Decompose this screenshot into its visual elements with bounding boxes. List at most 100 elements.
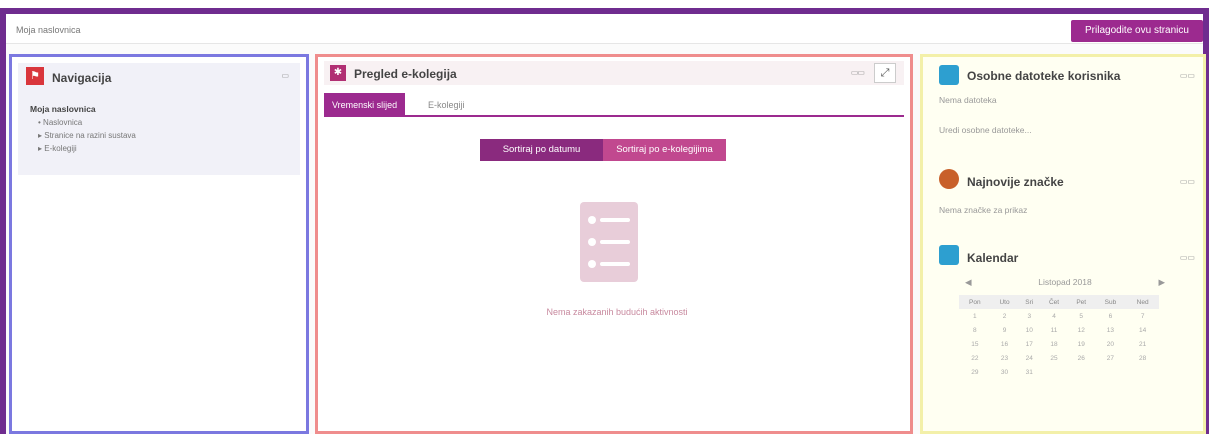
block-actions-icon[interactable]: ▭▭	[1180, 253, 1195, 262]
calendar-day	[1040, 365, 1068, 379]
folder-icon	[939, 65, 959, 85]
calendar-title: Kalendar	[967, 251, 1019, 265]
prev-month-icon[interactable]: ◀	[965, 277, 972, 291]
course-overview-header: ✱ Pregled e-kolegija ▭▭ ⤢	[324, 61, 904, 85]
calendar-day	[1126, 365, 1159, 379]
navigation-tree: Moja naslovnica • Naslovnica ▸ Stranice …	[30, 103, 136, 155]
calendar-day[interactable]: 9	[991, 323, 1019, 337]
calendar-day[interactable]: 13	[1095, 323, 1127, 337]
sort-toggle: Sortiraj po datumu Sortiraj po e-kolegij…	[480, 139, 726, 161]
sort-by-courses-button[interactable]: Sortiraj po e-kolegijima	[603, 139, 726, 161]
calendar-day[interactable]: 2	[991, 309, 1019, 323]
nav-item-naslovnica[interactable]: • Naslovnica	[30, 116, 136, 129]
calendar-day[interactable]: 28	[1126, 351, 1159, 365]
weekday-header: Pon	[959, 295, 991, 309]
no-files-text: Nema datoteka	[939, 95, 997, 105]
calendar-day[interactable]: 24	[1018, 351, 1040, 365]
calendar-day[interactable]: 6	[1095, 309, 1127, 323]
breadcrumb[interactable]: Moja naslovnica	[16, 25, 81, 35]
next-month-icon[interactable]: ▶	[1158, 277, 1165, 291]
calendar-day[interactable]: 3	[1018, 309, 1040, 323]
badge-icon	[939, 169, 959, 189]
weekday-header: Uto	[990, 295, 1019, 309]
calendar-day[interactable]: 27	[1095, 351, 1127, 365]
calendar-day	[1068, 365, 1095, 379]
page-header: Moja naslovnica	[6, 14, 1203, 44]
fullscreen-icon[interactable]: ⤢	[874, 63, 896, 83]
list-line	[600, 262, 630, 266]
calendar-widget: ◀ Listopad 2018 ▶ Pon Uto Sri Čet Pet Su…	[959, 277, 1171, 379]
calendar-nav: ◀ Listopad 2018 ▶	[959, 277, 1171, 291]
calendar-day[interactable]: 15	[959, 337, 991, 351]
overview-tabs: Vremenski slijed E-kolegiji	[324, 93, 904, 117]
navigation-block: ⚑ Navigacija ▭ Moja naslovnica • Naslovn…	[9, 54, 309, 434]
nav-root-item[interactable]: Moja naslovnica	[30, 103, 136, 116]
block-actions-icon[interactable]: ▭▭	[851, 68, 865, 77]
weekday-header: Sub	[1094, 295, 1127, 309]
calendar-day[interactable]: 19	[1068, 337, 1095, 351]
nav-item-system-pages[interactable]: ▸ Stranice na razini sustava	[30, 129, 136, 142]
calendar-day[interactable]: 12	[1068, 323, 1095, 337]
course-overview-icon: ✱	[330, 65, 346, 81]
weekday-header: Pet	[1067, 295, 1095, 309]
calendar-grid: Pon Uto Sri Čet Pet Sub Ned 1 2 3 4 5 6	[959, 295, 1159, 379]
block-actions-icon[interactable]: ▭▭	[1180, 71, 1195, 80]
empty-list-icon	[580, 202, 638, 282]
list-line	[600, 240, 630, 244]
calendar-day[interactable]: 26	[1068, 351, 1095, 365]
list-dot	[588, 260, 596, 268]
calendar-day[interactable]: 14	[1126, 323, 1159, 337]
expand-arrow-icon: ▸	[38, 144, 43, 153]
latest-badges-title: Najnovije značke	[967, 175, 1064, 189]
calendar-day[interactable]: 20	[1095, 337, 1127, 351]
calendar-day[interactable]: 31	[1018, 365, 1040, 379]
weekday-header: Sri	[1018, 295, 1041, 309]
list-line	[600, 218, 630, 222]
weekday-header: Čet	[1040, 295, 1068, 309]
nav-item-label: Stranice na razini sustava	[44, 131, 136, 140]
calendar-day[interactable]: 5	[1068, 309, 1095, 323]
sort-by-date-button[interactable]: Sortiraj po datumu	[480, 139, 603, 161]
calendar-day[interactable]: 23	[991, 351, 1019, 365]
sitemap-icon: ⚑	[26, 67, 44, 85]
tab-courses[interactable]: E-kolegiji	[420, 93, 473, 117]
nav-item-courses[interactable]: ▸ E-kolegiji	[30, 142, 136, 155]
edit-private-files-link[interactable]: Uredi osobne datoteke...	[939, 125, 1032, 135]
private-files-title: Osobne datoteke korisnika	[967, 69, 1121, 83]
calendar-day[interactable]: 10	[1018, 323, 1040, 337]
calendar-day[interactable]: 21	[1126, 337, 1159, 351]
navigation-title: Navigacija	[52, 71, 112, 85]
weekday-header: Ned	[1126, 295, 1159, 309]
course-overview-title: Pregled e-kolegija	[354, 67, 457, 81]
navigation-content: ⚑ Navigacija ▭ Moja naslovnica • Naslovn…	[18, 63, 300, 175]
nav-item-label: Naslovnica	[43, 118, 83, 127]
no-badges-text: Nema značke za prikaz	[939, 205, 1028, 215]
calendar-day[interactable]: 4	[1040, 309, 1068, 323]
calendar-day[interactable]: 25	[1040, 351, 1068, 365]
calendar-day[interactable]: 17	[1018, 337, 1040, 351]
course-overview-block: ✱ Pregled e-kolegija ▭▭ ⤢ Vremenski slij…	[315, 54, 913, 434]
calendar-day	[1095, 365, 1127, 379]
calendar-day[interactable]: 8	[959, 323, 991, 337]
collapse-icon[interactable]: ▭	[281, 71, 289, 80]
calendar-day[interactable]: 7	[1126, 309, 1159, 323]
list-dot	[588, 238, 596, 246]
list-dot	[588, 216, 596, 224]
expand-arrow-icon: ▸	[38, 131, 43, 140]
calendar-day[interactable]: 30	[991, 365, 1019, 379]
calendar-icon	[939, 245, 959, 265]
calendar-day[interactable]: 18	[1040, 337, 1068, 351]
calendar-day[interactable]: 22	[959, 351, 991, 365]
empty-message: Nema zakazanih budućih aktivnosti	[546, 307, 688, 317]
calendar-day[interactable]: 1	[959, 309, 991, 323]
bullet-icon: •	[38, 118, 41, 127]
right-column: Osobne datoteke korisnika ▭▭ Nema datote…	[920, 54, 1206, 434]
block-actions-icon[interactable]: ▭▭	[1180, 177, 1195, 186]
nav-item-label: E-kolegiji	[44, 144, 77, 153]
calendar-month: Listopad 2018	[1038, 277, 1092, 287]
calendar-day[interactable]: 11	[1040, 323, 1068, 337]
tab-timeline[interactable]: Vremenski slijed	[324, 93, 406, 117]
customize-page-button[interactable]: Prilagodite ovu stranicu	[1071, 20, 1203, 42]
calendar-day[interactable]: 29	[959, 365, 991, 379]
calendar-day[interactable]: 16	[991, 337, 1019, 351]
